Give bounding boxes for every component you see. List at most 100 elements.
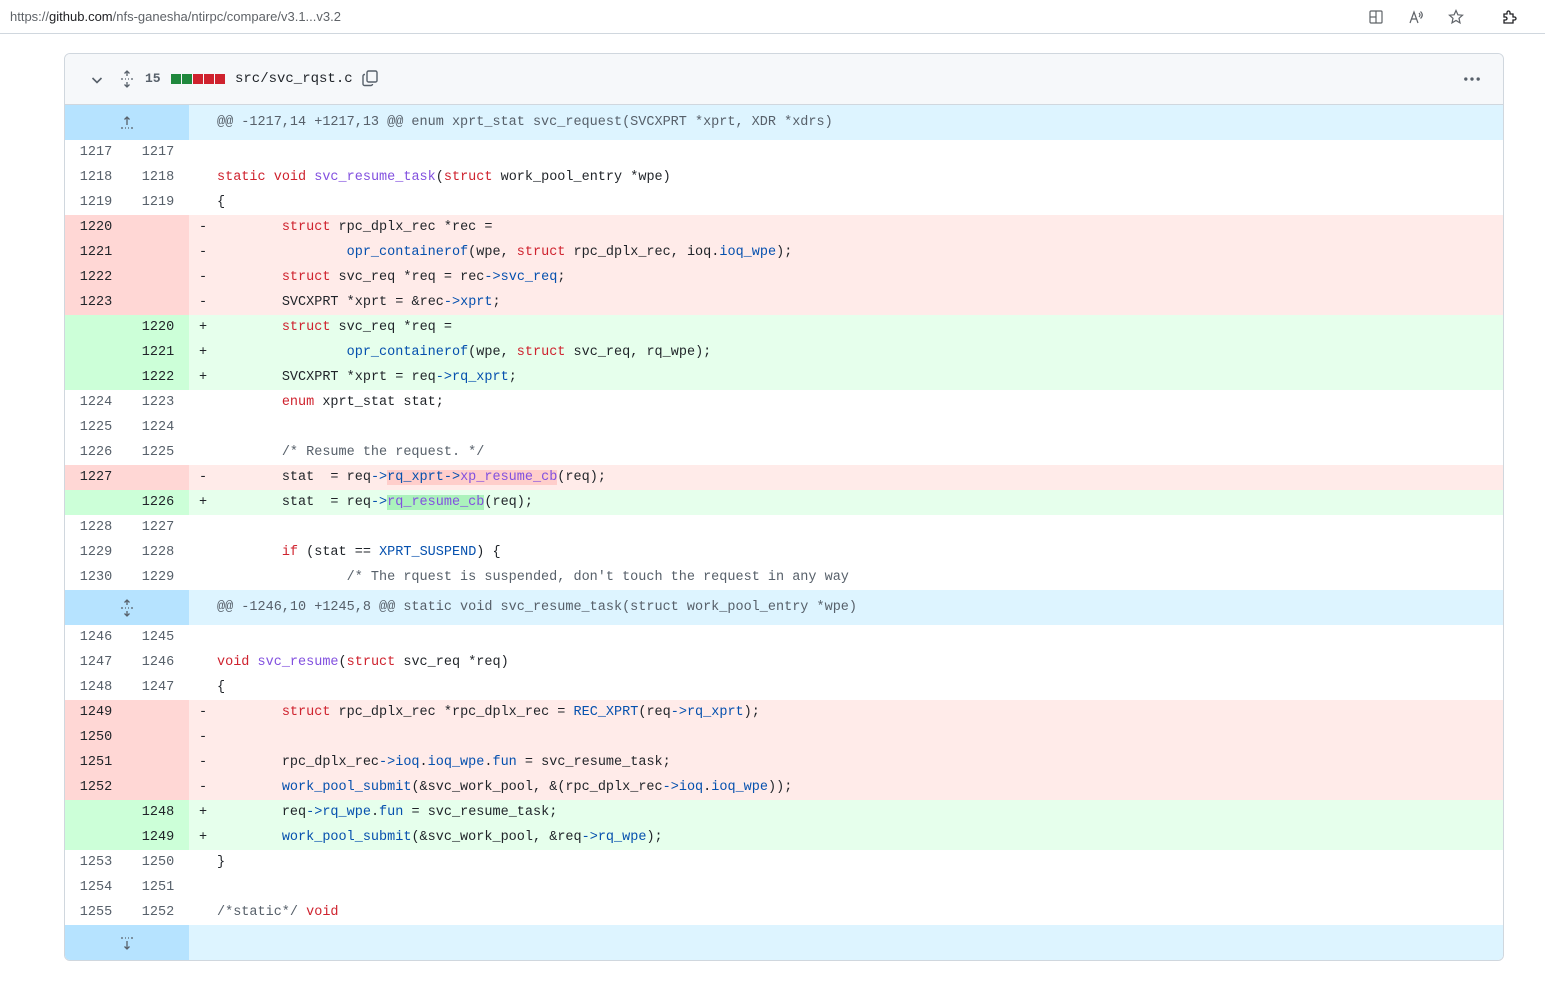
- new-line-number[interactable]: [127, 775, 189, 800]
- old-line-number[interactable]: 1230: [65, 565, 127, 590]
- code-line: {: [217, 190, 225, 215]
- old-line-number[interactable]: 1219: [65, 190, 127, 215]
- new-line-number[interactable]: 1229: [127, 565, 189, 590]
- old-line-number[interactable]: 1218: [65, 165, 127, 190]
- expand-all-icon[interactable]: [117, 68, 137, 90]
- old-line-number[interactable]: 1220: [65, 215, 127, 240]
- new-line-number[interactable]: 1227: [127, 515, 189, 540]
- new-line-number[interactable]: 1247: [127, 675, 189, 700]
- chevron-down-icon[interactable]: [87, 70, 107, 90]
- new-line-number[interactable]: 1246: [127, 650, 189, 675]
- old-line-number[interactable]: 1252: [65, 775, 127, 800]
- old-line-number[interactable]: 1246: [65, 625, 127, 650]
- old-line-number[interactable]: 1228: [65, 515, 127, 540]
- code-line: if (stat == XPRT_SUSPEND) {: [217, 540, 501, 565]
- file-path[interactable]: src/svc_rqst.c: [235, 71, 353, 87]
- diff-line-deletion: 1220 - struct rpc_dplx_rec *rec =: [65, 215, 1503, 240]
- old-line-number[interactable]: 1251: [65, 750, 127, 775]
- code-token: &: [419, 830, 428, 845]
- new-line-number[interactable]: [127, 240, 189, 265]
- expand-up-icon[interactable]: [65, 105, 189, 140]
- code-token: ;: [703, 345, 712, 360]
- new-line-number[interactable]: 1222: [127, 365, 189, 390]
- diff-line-context: 1228 1227: [65, 515, 1503, 540]
- new-line-number[interactable]: 1250: [127, 850, 189, 875]
- new-line-number[interactable]: 1249: [127, 825, 189, 850]
- code-token: opr_containerof: [346, 245, 469, 260]
- new-line-number[interactable]: 1225: [127, 440, 189, 465]
- kebab-horizontal-icon[interactable]: [1461, 68, 1483, 90]
- old-line-number[interactable]: 1224: [65, 390, 127, 415]
- new-line-number[interactable]: 1221: [127, 340, 189, 365]
- expand-icon[interactable]: [65, 590, 189, 625]
- old-line-number[interactable]: 1249: [65, 700, 127, 725]
- new-line-number[interactable]: [127, 290, 189, 315]
- new-line-number[interactable]: [127, 725, 189, 750]
- new-line-number[interactable]: 1251: [127, 875, 189, 900]
- old-line-number[interactable]: 1247: [65, 650, 127, 675]
- expand-down-icon[interactable]: [65, 925, 189, 960]
- new-line-number[interactable]: 1220: [127, 315, 189, 340]
- new-line-number[interactable]: 1245: [127, 625, 189, 650]
- code-token: rq_xprt: [387, 470, 444, 485]
- new-line-number[interactable]: [127, 465, 189, 490]
- code-token: rec: [460, 270, 485, 285]
- new-line-number[interactable]: 1226: [127, 490, 189, 515]
- url-field[interactable]: https://github.com/nfs-ganesha/ntirpc/co…: [10, 9, 341, 24]
- new-line-number[interactable]: 1224: [127, 415, 189, 440]
- code-line: work_pool_submit(&svc_work_pool, &req->r…: [217, 825, 663, 850]
- old-line-number[interactable]: [65, 365, 127, 390]
- old-line-number[interactable]: 1250: [65, 725, 127, 750]
- old-line-number[interactable]: 1223: [65, 290, 127, 315]
- old-line-number[interactable]: 1253: [65, 850, 127, 875]
- new-line-number[interactable]: 1219: [127, 190, 189, 215]
- code-line: /* Resume the request. */: [217, 440, 485, 465]
- new-line-number[interactable]: [127, 700, 189, 725]
- favorite-star-icon[interactable]: [1445, 6, 1467, 28]
- new-line-number[interactable]: [127, 265, 189, 290]
- diff-marker: [199, 540, 213, 565]
- old-line-number[interactable]: [65, 800, 127, 825]
- split-screen-icon[interactable]: [1365, 6, 1387, 28]
- code-token: rq_wpe: [597, 830, 647, 845]
- old-line-number[interactable]: 1229: [65, 540, 127, 565]
- old-line-number[interactable]: 1217: [65, 140, 127, 165]
- new-line-number[interactable]: 1252: [127, 900, 189, 925]
- code-token: =: [443, 320, 452, 335]
- code-token: =: [354, 545, 363, 560]
- code-token: ;: [784, 245, 793, 260]
- new-line-number[interactable]: 1218: [127, 165, 189, 190]
- new-line-number[interactable]: 1217: [127, 140, 189, 165]
- old-line-number[interactable]: 1255: [65, 900, 127, 925]
- old-line-number[interactable]: 1227: [65, 465, 127, 490]
- old-line-number[interactable]: [65, 340, 127, 365]
- new-line-number[interactable]: 1223: [127, 390, 189, 415]
- code-token: struct: [443, 170, 493, 185]
- extensions-icon[interactable]: [1498, 6, 1520, 28]
- old-line-number[interactable]: 1254: [65, 875, 127, 900]
- old-line-number[interactable]: [65, 315, 127, 340]
- new-line-number[interactable]: 1228: [127, 540, 189, 565]
- new-line-number[interactable]: [127, 215, 189, 240]
- old-line-number[interactable]: 1225: [65, 415, 127, 440]
- old-line-number[interactable]: 1222: [65, 265, 127, 290]
- new-line-number[interactable]: 1248: [127, 800, 189, 825]
- read-aloud-icon[interactable]: [1405, 6, 1427, 28]
- old-line-number[interactable]: 1221: [65, 240, 127, 265]
- old-line-number[interactable]: [65, 825, 127, 850]
- new-line-number[interactable]: [127, 750, 189, 775]
- code-token: (: [411, 780, 420, 795]
- copy-icon[interactable]: [359, 67, 381, 89]
- old-line-number[interactable]: 1226: [65, 440, 127, 465]
- code-token: ;: [654, 830, 663, 845]
- old-line-number[interactable]: [65, 490, 127, 515]
- old-line-number[interactable]: 1248: [65, 675, 127, 700]
